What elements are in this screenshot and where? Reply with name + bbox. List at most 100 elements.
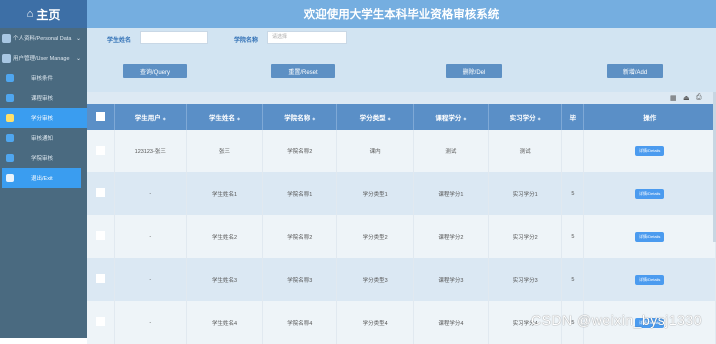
row-checkbox[interactable] bbox=[95, 274, 105, 283]
cell: 5 bbox=[561, 172, 585, 215]
sidebar: ⌂ 主页 个人资料/Personal Data ⌄ 用户管理/User Mana… bbox=[0, 0, 87, 338]
person-icon bbox=[2, 33, 11, 43]
columns-icon[interactable]: ▦ bbox=[670, 94, 677, 102]
list-icon bbox=[6, 94, 14, 102]
reset-button[interactable]: 重置/Reset bbox=[271, 64, 335, 78]
main-panel: 欢迎使用大学生本科毕业资格审核系统 学生姓名 学院名称 请选择 查询/Query… bbox=[87, 0, 716, 344]
student-name-label: 学生姓名 bbox=[107, 38, 132, 44]
data-table: 学生用户 ◆ 学生姓名 ◆ 学院名称 ◆ 学分类型 ◆ 课程学分 ◆ 实习学分 ◆ 毕 操作… bbox=[87, 104, 716, 344]
sort-icon: ◆ bbox=[236, 116, 241, 121]
col-student-user[interactable]: 学生用户 ◆ bbox=[114, 104, 187, 130]
col-course-credit[interactable]: 课程学分 ◆ bbox=[413, 104, 490, 130]
cell: 学分类型1 bbox=[336, 172, 414, 215]
table-row: - 学生姓名1 学院名称1 学分类型1 课程学分1 实习学分1 5 详情/Det… bbox=[87, 172, 716, 215]
row-checkbox[interactable] bbox=[95, 145, 105, 155]
cell: 5 bbox=[561, 258, 585, 301]
sidebar-group-personal[interactable]: 个人资料/Personal Data ⌄ bbox=[0, 28, 87, 48]
sidebar-group-label: 用户管理/User Manage bbox=[13, 56, 70, 62]
col-intern-credit[interactable]: 实习学分 ◆ bbox=[488, 104, 563, 130]
college-name-select[interactable]: 请选择 bbox=[267, 31, 347, 44]
print-icon[interactable]: ⎙ bbox=[696, 94, 702, 102]
college-name-label: 学院名称 bbox=[234, 38, 259, 44]
delete-button[interactable]: 删除/Del bbox=[446, 64, 502, 78]
sidebar-item-exit[interactable]: 退出/Exit bbox=[2, 168, 81, 188]
row-checkbox[interactable] bbox=[95, 231, 105, 240]
users-icon bbox=[2, 53, 11, 63]
cell: - bbox=[114, 172, 187, 215]
cell: 张三 bbox=[186, 130, 264, 172]
details-button[interactable]: 详情/Details bbox=[635, 146, 665, 156]
col-college-name[interactable]: 学院名称 ◆ bbox=[262, 104, 338, 130]
chevron-down-icon: ⌄ bbox=[75, 55, 81, 62]
select-all-checkbox[interactable] bbox=[95, 111, 105, 121]
sidebar-group-label: 个人资料/Personal Data bbox=[13, 36, 72, 42]
student-name-input[interactable] bbox=[140, 31, 208, 44]
cell: 学生姓名2 bbox=[186, 215, 264, 258]
cell: 学院名称2 bbox=[262, 215, 338, 258]
sidebar-item-audit-conditions[interactable]: 审核条件 bbox=[0, 68, 87, 88]
query-button[interactable]: 查询/Query bbox=[123, 64, 187, 78]
cell bbox=[561, 130, 585, 172]
cell: 学分类型2 bbox=[336, 215, 414, 258]
cell: 学院名称2 bbox=[262, 130, 338, 172]
edit-icon bbox=[6, 134, 14, 142]
document-icon bbox=[6, 154, 14, 162]
brand-label: 主页 bbox=[36, 7, 61, 22]
row-checkbox[interactable] bbox=[95, 188, 105, 197]
col-credit-type[interactable]: 学分类型 ◆ bbox=[336, 104, 414, 130]
row-select-cell bbox=[87, 130, 115, 172]
details-button[interactable]: 详情/Details bbox=[635, 188, 665, 199]
cell: 课内 bbox=[336, 130, 414, 172]
sidebar-item-label: 审核条件 bbox=[31, 76, 54, 82]
sidebar-item-audit-notice[interactable]: 审核通知 bbox=[0, 128, 87, 148]
row-checkbox[interactable] bbox=[95, 317, 105, 326]
cell: 学院名称1 bbox=[262, 172, 338, 215]
sidebar-item-label: 退出/Exit bbox=[31, 176, 53, 182]
col-graduation[interactable]: 毕 bbox=[561, 104, 585, 130]
folder-icon bbox=[6, 74, 14, 82]
cell: 实习学分3 bbox=[488, 258, 563, 301]
details-button[interactable]: 详情/Details bbox=[635, 231, 665, 242]
col-operations: 操作 bbox=[583, 104, 716, 130]
col-student-name[interactable]: 学生姓名 ◆ bbox=[186, 104, 264, 130]
cell: 学院名称3 bbox=[262, 258, 338, 301]
cell: 课程学分1 bbox=[413, 172, 490, 215]
cell: 课程学分3 bbox=[413, 258, 490, 301]
home-link[interactable]: ⌂ 主页 bbox=[0, 0, 87, 28]
table-toolbar: ▦ ⏏ ⎙ bbox=[87, 92, 716, 104]
table-row: - 学生姓名3 学院名称3 学分类型3 课程学分3 实习学分3 5 详情/Det… bbox=[87, 258, 716, 301]
cell: 实习学分2 bbox=[488, 215, 563, 258]
sort-icon: ◆ bbox=[537, 116, 541, 121]
exit-icon bbox=[6, 174, 14, 182]
sort-icon: ◆ bbox=[162, 116, 166, 121]
search-panel: 学生姓名 学院名称 请选择 查询/Query 重置/Reset 删除/Del 新… bbox=[87, 28, 716, 92]
sort-icon: ◆ bbox=[387, 116, 391, 121]
cell: 123123-张三 bbox=[114, 130, 187, 172]
sidebar-item-label: 课程审核 bbox=[31, 96, 54, 102]
cell: 课程学分2 bbox=[413, 215, 490, 258]
table-row: - 学生姓名2 学院名称2 学分类型2 课程学分2 实习学分2 5 详情/Det… bbox=[87, 215, 716, 258]
sidebar-item-credit-audit[interactable]: 学分审核 bbox=[0, 108, 87, 128]
row-select-cell bbox=[87, 215, 115, 258]
cell: - bbox=[114, 215, 187, 258]
cell: 学生姓名1 bbox=[186, 172, 264, 215]
sidebar-item-course-audit[interactable]: 课程审核 bbox=[0, 88, 87, 108]
row-select-cell bbox=[87, 172, 115, 215]
ops-cell: 详情/Details bbox=[583, 172, 716, 215]
cell: 学生姓名3 bbox=[186, 258, 264, 301]
sidebar-group-user-manage[interactable]: 用户管理/User Manage ⌄ bbox=[0, 48, 87, 68]
add-button[interactable]: 新增/Add bbox=[607, 64, 663, 78]
ops-cell: 详情/Details bbox=[583, 215, 716, 258]
sidebar-item-college-audit[interactable]: 学院审核 bbox=[0, 148, 87, 168]
details-button[interactable]: 详情/Details bbox=[635, 274, 665, 285]
cell: 测试 bbox=[413, 130, 490, 172]
sort-icon: ◆ bbox=[312, 116, 316, 121]
cell: 测试 bbox=[488, 130, 563, 172]
sidebar-item-label: 审核通知 bbox=[31, 136, 54, 142]
export-icon[interactable]: ⏏ bbox=[683, 94, 690, 102]
chevron-down-icon: ⌄ bbox=[75, 35, 81, 42]
home-icon: ⌂ bbox=[26, 8, 34, 20]
ops-cell: 详情/Details bbox=[583, 258, 716, 301]
cell: - bbox=[114, 258, 187, 301]
row-select-cell bbox=[87, 258, 115, 301]
